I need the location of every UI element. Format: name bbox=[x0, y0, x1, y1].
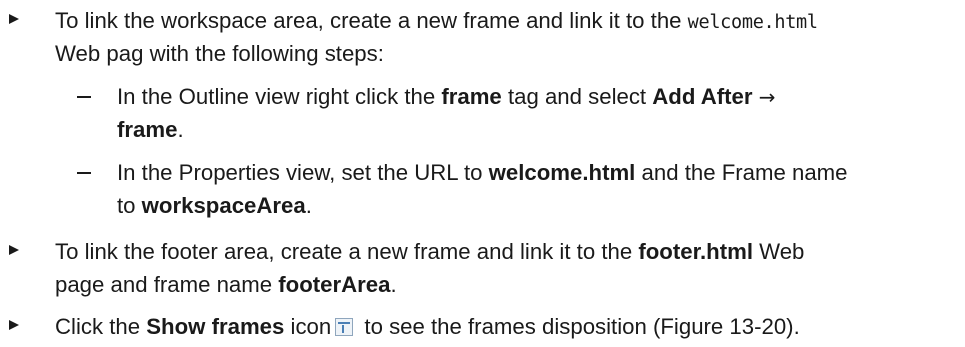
text-span: . bbox=[305, 193, 312, 218]
paragraph-line: frame. bbox=[117, 117, 184, 142]
bullet-marker bbox=[9, 14, 19, 24]
dash-marker bbox=[77, 96, 91, 98]
text-span: Web pag with the following steps: bbox=[55, 41, 384, 66]
text-span: To link the workspace area, create a new… bbox=[55, 8, 688, 33]
paragraph-line: to workspaceArea. bbox=[117, 193, 312, 218]
text-span: and the Frame name bbox=[635, 160, 848, 185]
paragraph-line: page and frame name footerArea. bbox=[55, 272, 397, 297]
text-span: icon bbox=[284, 314, 332, 339]
text-span: . bbox=[390, 272, 397, 297]
text-span: Click the bbox=[55, 314, 147, 339]
paragraph-line: Web pag with the following steps: bbox=[55, 41, 384, 66]
bold-span: workspaceArea bbox=[141, 193, 306, 218]
bold-span: Show frames bbox=[146, 314, 285, 339]
bold-span: frame bbox=[117, 117, 178, 142]
dash-marker bbox=[77, 172, 91, 174]
text-span: . bbox=[177, 117, 184, 142]
paragraph-line: In the Properties view, set the URL to w… bbox=[117, 160, 848, 185]
text-span: In the Outline view right click the bbox=[117, 84, 442, 109]
bold-span: footerArea bbox=[278, 272, 391, 297]
paragraph-line: To link the footer area, create a new fr… bbox=[55, 239, 805, 264]
text-span: tag and select bbox=[501, 84, 653, 109]
text-span: In the Properties view, set the URL to bbox=[117, 160, 489, 185]
text-span: to bbox=[117, 193, 142, 218]
bold-span: welcome.html bbox=[488, 160, 636, 185]
bold-span: Add After bbox=[652, 84, 753, 109]
paragraph-line: To link the workspace area, create a new… bbox=[55, 8, 818, 33]
bold-span: frame bbox=[441, 84, 502, 109]
bullet-marker bbox=[9, 320, 19, 330]
document-page: To link the workspace area, create a new… bbox=[0, 0, 965, 347]
paragraph-line: In the Outline view right click the fram… bbox=[117, 84, 776, 109]
code-span: welcome.html bbox=[687, 12, 818, 33]
arrow-icon: → bbox=[758, 85, 776, 109]
text-span: Web bbox=[753, 239, 805, 264]
paragraph-line: Click the Show frames icon to see the fr… bbox=[55, 314, 800, 339]
bold-span: footer.html bbox=[638, 239, 753, 264]
bullet-marker bbox=[9, 245, 19, 255]
text-span: page and frame name bbox=[55, 272, 279, 297]
show-frames-icon bbox=[335, 318, 354, 336]
text-span: To link the footer area, create a new fr… bbox=[55, 239, 639, 264]
text-span: to see the frames disposition (Figure 13… bbox=[358, 314, 800, 339]
